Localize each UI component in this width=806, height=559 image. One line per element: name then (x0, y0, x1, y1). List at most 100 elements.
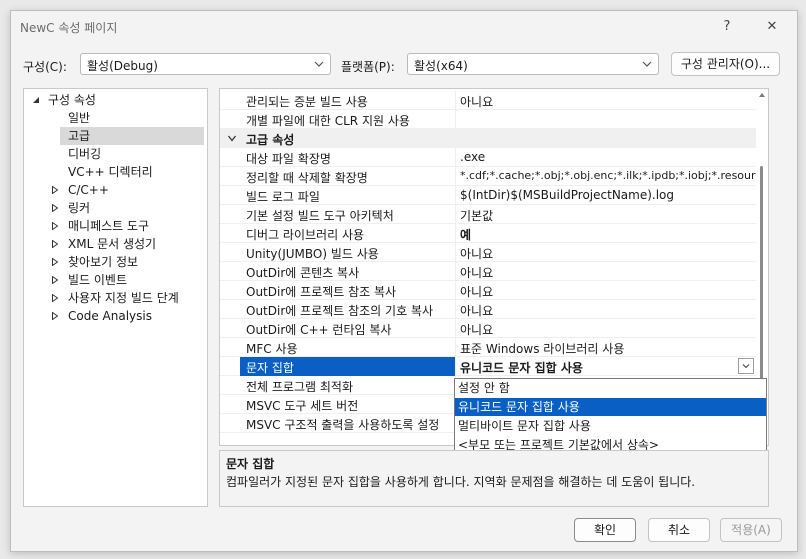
property-name: MFC 사용 (246, 342, 298, 356)
column-separator (455, 281, 456, 300)
tree-item-label: 빌드 이벤트 (68, 273, 128, 287)
property-pages-dialog: NewC 속성 페이지 ? ✕ 구성(C): 활성(Debug) 플랫폼(P):… (10, 10, 798, 552)
collapsed-triangle-icon[interactable] (52, 294, 58, 302)
property-name: OutDir에 프로젝트 참조의 기호 복사 (246, 304, 434, 318)
property-tree: 구성 속성 일반 고급 디버깅 VC++ 디렉터리 C/C++ 링커 매니페스트… (23, 88, 208, 507)
column-separator (455, 300, 456, 319)
property-name: 기본 설정 빌드 도구 아키텍처 (246, 209, 394, 223)
column-separator (455, 357, 456, 376)
property-row[interactable]: OutDir에 프로젝트 참조의 기호 복사 아니요 (220, 300, 756, 319)
property-name: 디버그 라이브러리 사용 (246, 228, 365, 242)
apply-button[interactable]: 적용(A) (720, 518, 782, 542)
property-value: 아니요 (460, 266, 494, 280)
property-row[interactable]: MFC 사용 표준 Windows 라이브러리 사용 (220, 338, 756, 357)
help-button[interactable]: ? (712, 15, 742, 39)
description-panel: 문자 집합 컴파일러가 지정된 문자 집합을 사용하게 합니다. 지역화 문제점… (219, 450, 769, 507)
tree-item-vc-directories[interactable]: VC++ 디렉터리 (68, 163, 153, 181)
tree-item-label: Code Analysis (68, 309, 152, 323)
collapsed-triangle-icon[interactable] (52, 312, 58, 320)
platform-combo[interactable]: 활성(x64) (407, 53, 659, 75)
property-row[interactable]: Unity(JUMBO) 빌드 사용 아니요 (220, 243, 756, 262)
property-value: 아니요 (460, 247, 494, 261)
cancel-button[interactable]: 취소 (648, 518, 710, 542)
property-row[interactable]: 빌드 로그 파일 $(IntDir)$(MSBuildProjectName).l… (220, 186, 756, 205)
property-row[interactable]: 디버그 라이브러리 사용 예 (220, 224, 756, 243)
collapsed-triangle-icon[interactable] (52, 186, 58, 194)
tree-item-label: 고급 (68, 129, 91, 143)
property-row-character-set[interactable]: 문자 집합 유니코드 문자 집합 사용 (220, 357, 756, 376)
property-value: 예 (460, 228, 472, 242)
property-row[interactable]: 대상 파일 확장명 .exe (220, 148, 756, 167)
column-separator (455, 262, 456, 281)
column-separator (455, 338, 456, 357)
ok-button[interactable]: 확인 (574, 518, 636, 542)
property-name: 전체 프로그램 최적화 (246, 380, 353, 394)
tree-item-debugging[interactable]: 디버깅 (68, 145, 101, 163)
chevron-down-icon (742, 364, 750, 369)
property-name: MSVC 도구 세트 버전 (246, 399, 359, 413)
dropdown-option[interactable]: 멀티바이트 문자 집합 사용 (455, 417, 766, 435)
chevron-down-icon (314, 61, 324, 67)
title-bar: NewC 속성 페이지 ? ✕ (11, 11, 797, 43)
configuration-combo[interactable]: 활성(Debug) (80, 53, 331, 75)
property-value: $(IntDir)$(MSBuildProjectName).log (460, 188, 675, 202)
property-row[interactable]: 정리할 때 삭제할 확장명 *.cdf;*.cache;*.obj;*.obj.e… (220, 167, 756, 186)
property-name: 정리할 때 삭제할 확장명 (246, 171, 368, 185)
tree-item-label: 매니페스트 도구 (68, 219, 150, 233)
character-set-dropdown: 설정 안 함 유니코드 문자 집합 사용 멀티바이트 문자 집합 사용 <부모 … (454, 378, 767, 459)
property-row[interactable]: OutDir에 프로젝트 참조 복사 아니요 (220, 281, 756, 300)
property-row[interactable]: 기본 설정 빌드 도구 아키텍처 기본값 (220, 205, 756, 224)
dropdown-option-selected[interactable]: 유니코드 문자 집합 사용 (455, 398, 766, 416)
property-value: .exe (460, 150, 486, 164)
property-value: 아니요 (460, 323, 494, 337)
property-row[interactable]: OutDir에 콘텐츠 복사 아니요 (220, 262, 756, 281)
category-row-advanced-properties[interactable]: 고급 속성 (220, 129, 756, 148)
column-separator (455, 167, 456, 186)
close-button[interactable]: ✕ (757, 15, 787, 39)
configuration-label: 구성(C): (23, 60, 67, 74)
window-title: NewC 속성 페이지 (20, 21, 118, 35)
tree-item-label: VC++ 디렉터리 (68, 165, 153, 179)
platform-label: 플랫폼(P): (341, 60, 395, 74)
collapsed-triangle-icon[interactable] (52, 240, 58, 248)
platform-value: 활성(x64) (414, 59, 468, 73)
collapsed-triangle-icon[interactable] (52, 222, 58, 230)
tree-item-advanced[interactable]: 고급 (60, 127, 204, 145)
column-separator (455, 91, 456, 110)
chevron-down-icon (642, 61, 652, 67)
property-value: *.cdf;*.cache;*.obj;*.obj.enc;*.ilk;*.ip… (460, 169, 756, 182)
tree-item-general[interactable]: 일반 (68, 109, 90, 127)
property-name: 대상 파일 확장명 (246, 152, 331, 166)
configuration-manager-button[interactable]: 구성 관리자(O)... (671, 52, 780, 76)
value-dropdown-button[interactable] (738, 358, 754, 374)
property-name: 문자 집합 (246, 361, 294, 375)
tree-item-label: 디버깅 (68, 147, 102, 161)
scroll-up-arrow-icon[interactable] (758, 92, 766, 98)
tree-item-label: 찾아보기 정보 (68, 255, 139, 269)
configuration-row: 구성(C): 활성(Debug) 플랫폼(P): 활성(x64) 구성 관리자(… (11, 51, 797, 81)
property-row[interactable]: 개별 파일에 대한 CLR 지원 사용 (220, 110, 756, 129)
property-value: 기본값 (460, 209, 494, 223)
collapsed-triangle-icon[interactable] (52, 258, 58, 266)
property-name: OutDir에 프로젝트 참조 복사 (246, 285, 397, 299)
dropdown-option[interactable]: 설정 안 함 (455, 379, 766, 397)
property-value: 아니요 (460, 95, 494, 109)
property-value: 표준 Windows 라이브러리 사용 (460, 342, 625, 356)
property-row[interactable]: 관리되는 증분 빌드 사용 아니요 (220, 91, 756, 110)
expanded-triangle-icon[interactable] (32, 96, 40, 104)
property-name: OutDir에 C++ 런타임 복사 (246, 323, 392, 337)
configuration-value: 활성(Debug) (87, 59, 158, 73)
column-separator (455, 110, 456, 129)
column-separator (455, 186, 456, 205)
property-name: OutDir에 콘텐츠 복사 (246, 266, 360, 280)
description-title: 문자 집합 (226, 457, 275, 471)
expanded-chevron-icon[interactable] (228, 135, 236, 142)
column-separator (455, 205, 456, 224)
property-name: 관리되는 증분 빌드 사용 (246, 95, 368, 109)
property-row[interactable]: OutDir에 C++ 런타임 복사 아니요 (220, 319, 756, 338)
category-name: 고급 속성 (246, 133, 295, 147)
column-separator (455, 243, 456, 262)
property-value: 아니요 (460, 285, 494, 299)
collapsed-triangle-icon[interactable] (52, 276, 58, 284)
collapsed-triangle-icon[interactable] (52, 204, 58, 212)
